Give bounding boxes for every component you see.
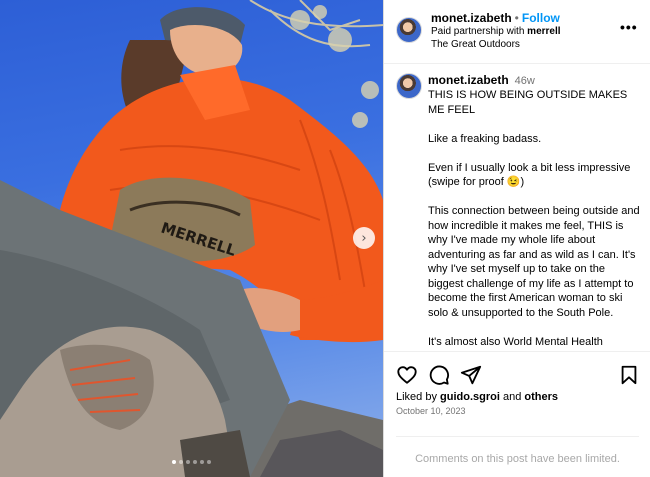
carousel-dot — [207, 460, 211, 464]
avatar[interactable] — [396, 17, 422, 43]
caption-area: monet.izabeth 46w THIS IS HOW BEING OUTSI… — [384, 65, 650, 351]
post-image-illustration: MERRELL — [0, 0, 383, 477]
carousel-dot — [193, 460, 197, 464]
comment-icon[interactable] — [428, 364, 450, 386]
post-actions: Liked by guido.sgroi and others October … — [384, 351, 650, 477]
carousel-dot — [179, 460, 183, 464]
caption-paragraph: Like a freaking badass. — [428, 132, 542, 145]
post-photo[interactable]: MERRELL › — [0, 0, 383, 477]
post-header: monet.izabeth • Follow Paid partnership wi… — [384, 0, 650, 64]
paid-partnership-line: Paid partnership with merrell — [431, 26, 561, 37]
caption-username[interactable]: monet.izabeth — [428, 73, 509, 87]
post-time-ago[interactable]: 46w — [515, 75, 535, 87]
more-options-icon[interactable]: ••• — [620, 20, 638, 34]
follow-button[interactable]: Follow — [522, 11, 560, 25]
comments-limited-notice: Comments on this post have been limited. — [396, 436, 639, 465]
carousel-dot — [200, 460, 204, 464]
location-link[interactable]: The Great Outdoors — [431, 39, 520, 50]
carousel-dots — [0, 460, 383, 464]
liked-by-and: and — [503, 391, 522, 403]
header-user-line: monet.izabeth • Follow — [431, 11, 560, 25]
share-icon[interactable] — [460, 364, 482, 386]
caption-paragraph: It's almost also World Mental Health — [428, 335, 603, 348]
caption-paragraph: This connection between being outside an… — [428, 205, 640, 319]
username-link[interactable]: monet.izabeth — [431, 11, 512, 25]
carousel-dot — [172, 460, 176, 464]
partnership-prefix: Paid partnership with — [431, 26, 525, 37]
caption-paragraph: THIS IS HOW BEING OUTSIDE MAKES ME FEEL — [428, 89, 628, 116]
partner-link[interactable]: merrell — [527, 26, 560, 37]
carousel-dot — [186, 460, 190, 464]
caption-paragraph: Even if I usually look a bit less impres… — [428, 161, 631, 189]
separator-dot: • — [514, 11, 519, 25]
liked-by-prefix: Liked by — [396, 391, 437, 403]
caption-text: THIS IS HOW BEING OUTSIDE MAKES ME FEEL … — [428, 88, 640, 351]
likes-others-link[interactable]: others — [524, 391, 558, 403]
post-date[interactable]: October 10, 2023 — [396, 406, 466, 416]
caption-header: monet.izabeth 46w — [428, 73, 535, 87]
avatar[interactable] — [396, 73, 422, 99]
liked-by-user-link[interactable]: guido.sgroi — [440, 391, 500, 403]
bookmark-icon[interactable] — [618, 364, 640, 386]
heart-icon[interactable] — [396, 364, 418, 386]
chevron-right-icon: › — [361, 230, 367, 246]
next-slide-button[interactable]: › — [353, 227, 375, 249]
post-side-panel: monet.izabeth • Follow Paid partnership wi… — [383, 0, 650, 477]
liked-by-line: Liked by guido.sgroi and others — [396, 391, 558, 403]
